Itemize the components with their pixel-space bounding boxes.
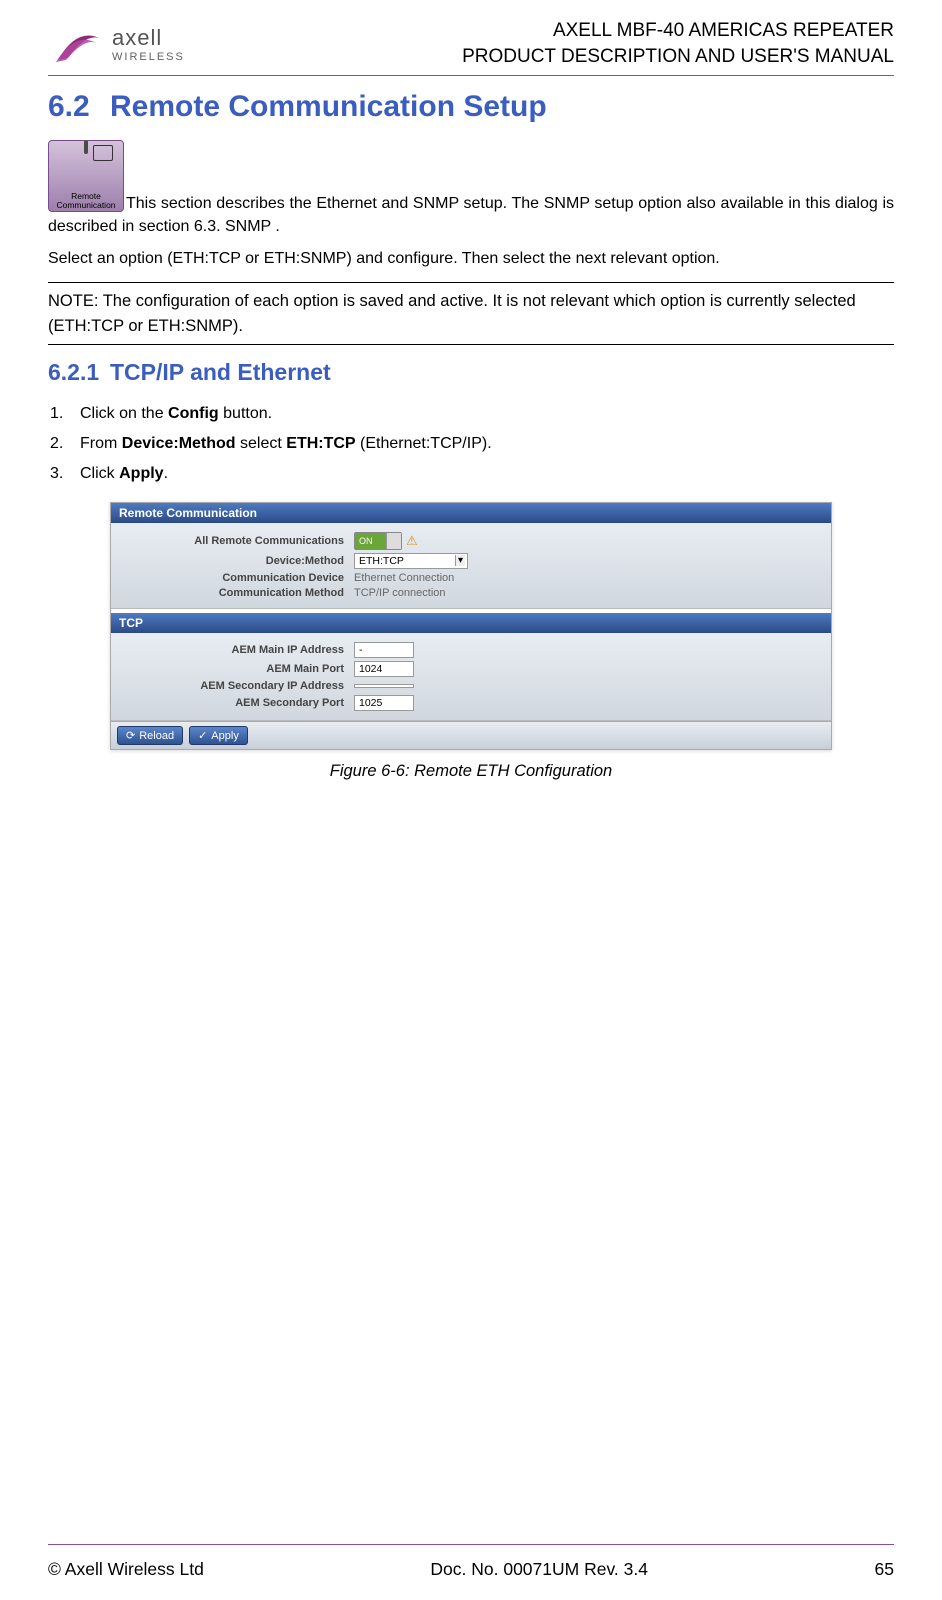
- header-divider: [48, 75, 894, 76]
- section-number: 6.2: [48, 90, 110, 124]
- remote-communication-icon: Remote Communication: [48, 140, 124, 212]
- intro-section: Remote Communication This section descri…: [48, 140, 894, 270]
- header-title-2: PRODUCT DESCRIPTION AND USER'S MANUAL: [462, 44, 894, 70]
- comm-method-value: TCP/IP connection: [354, 587, 446, 599]
- subsection-title: TCP/IP and Ethernet: [110, 359, 331, 385]
- footer-divider: [48, 1544, 894, 1545]
- check-icon: ✓: [198, 729, 207, 742]
- footer: © Axell Wireless Ltd Doc. No. 00071UM Re…: [48, 1544, 894, 1580]
- tcp-title: TCP: [111, 613, 831, 633]
- logo-icon: [48, 20, 108, 68]
- general-panel: All Remote Communications ON ⚠ Device:Me…: [111, 523, 831, 609]
- step-1: Click on the Config button.: [48, 402, 894, 426]
- subsection-number: 6.2.1: [48, 359, 110, 386]
- all-remote-toggle[interactable]: ON: [354, 532, 402, 550]
- sec-port-label: AEM Secondary Port: [119, 697, 354, 709]
- comm-device-label: Communication Device: [119, 572, 354, 584]
- footer-right: 65: [875, 1559, 894, 1580]
- comm-method-label: Communication Method: [119, 587, 354, 599]
- intro-para-1: Remote Communication This section descri…: [48, 140, 894, 238]
- intro-para-2: Select an option (ETH:TCP or ETH:SNMP) a…: [48, 247, 894, 270]
- reload-button[interactable]: ⟳ Reload: [117, 726, 183, 745]
- device-method-label: Device:Method: [119, 555, 354, 567]
- section-heading: 6.2Remote Communication Setup: [48, 90, 894, 124]
- note-box: NOTE: The configuration of each option i…: [48, 282, 894, 346]
- reload-icon: ⟳: [126, 729, 135, 742]
- subsection-heading: 6.2.1TCP/IP and Ethernet: [48, 359, 894, 386]
- header-titles: AXELL MBF-40 AMERICAS REPEATER PRODUCT D…: [462, 18, 894, 69]
- steps-list: Click on the Config button. From Device:…: [48, 402, 894, 486]
- footer-center: Doc. No. 00071UM Rev. 3.4: [430, 1559, 648, 1580]
- panel-title: Remote Communication: [111, 503, 831, 523]
- footer-left: © Axell Wireless Ltd: [48, 1559, 204, 1580]
- main-ip-label: AEM Main IP Address: [119, 644, 354, 656]
- sec-port-input[interactable]: 1025: [354, 695, 414, 711]
- comm-device-value: Ethernet Connection: [354, 572, 454, 584]
- main-port-label: AEM Main Port: [119, 663, 354, 675]
- button-bar: ⟳ Reload ✓ Apply: [111, 721, 831, 749]
- section-title: Remote Communication Setup: [110, 90, 547, 123]
- header-title-1: AXELL MBF-40 AMERICAS REPEATER: [462, 18, 894, 44]
- all-remote-label: All Remote Communications: [119, 535, 354, 547]
- sec-ip-input[interactable]: [354, 684, 414, 688]
- apply-button[interactable]: ✓ Apply: [189, 726, 248, 745]
- logo-brand: axell: [112, 25, 185, 51]
- step-2: From Device:Method select ETH:TCP (Ether…: [48, 432, 894, 456]
- header: axell WIRELESS AXELL MBF-40 AMERICAS REP…: [48, 18, 894, 69]
- sec-ip-label: AEM Secondary IP Address: [119, 680, 354, 692]
- warning-icon: ⚠: [406, 533, 418, 549]
- main-port-input[interactable]: 1024: [354, 661, 414, 677]
- figure-caption: Figure 6-6: Remote ETH Configuration: [48, 762, 894, 781]
- logo: axell WIRELESS: [48, 20, 185, 68]
- step-3: Click Apply.: [48, 462, 894, 486]
- logo-sub: WIRELESS: [112, 51, 185, 63]
- device-method-select[interactable]: ETH:TCP: [354, 553, 468, 569]
- main-ip-input[interactable]: -: [354, 642, 414, 658]
- remote-communication-screenshot: Remote Communication All Remote Communic…: [110, 502, 832, 750]
- tcp-section: TCP AEM Main IP Address - AEM Main Port …: [111, 609, 831, 721]
